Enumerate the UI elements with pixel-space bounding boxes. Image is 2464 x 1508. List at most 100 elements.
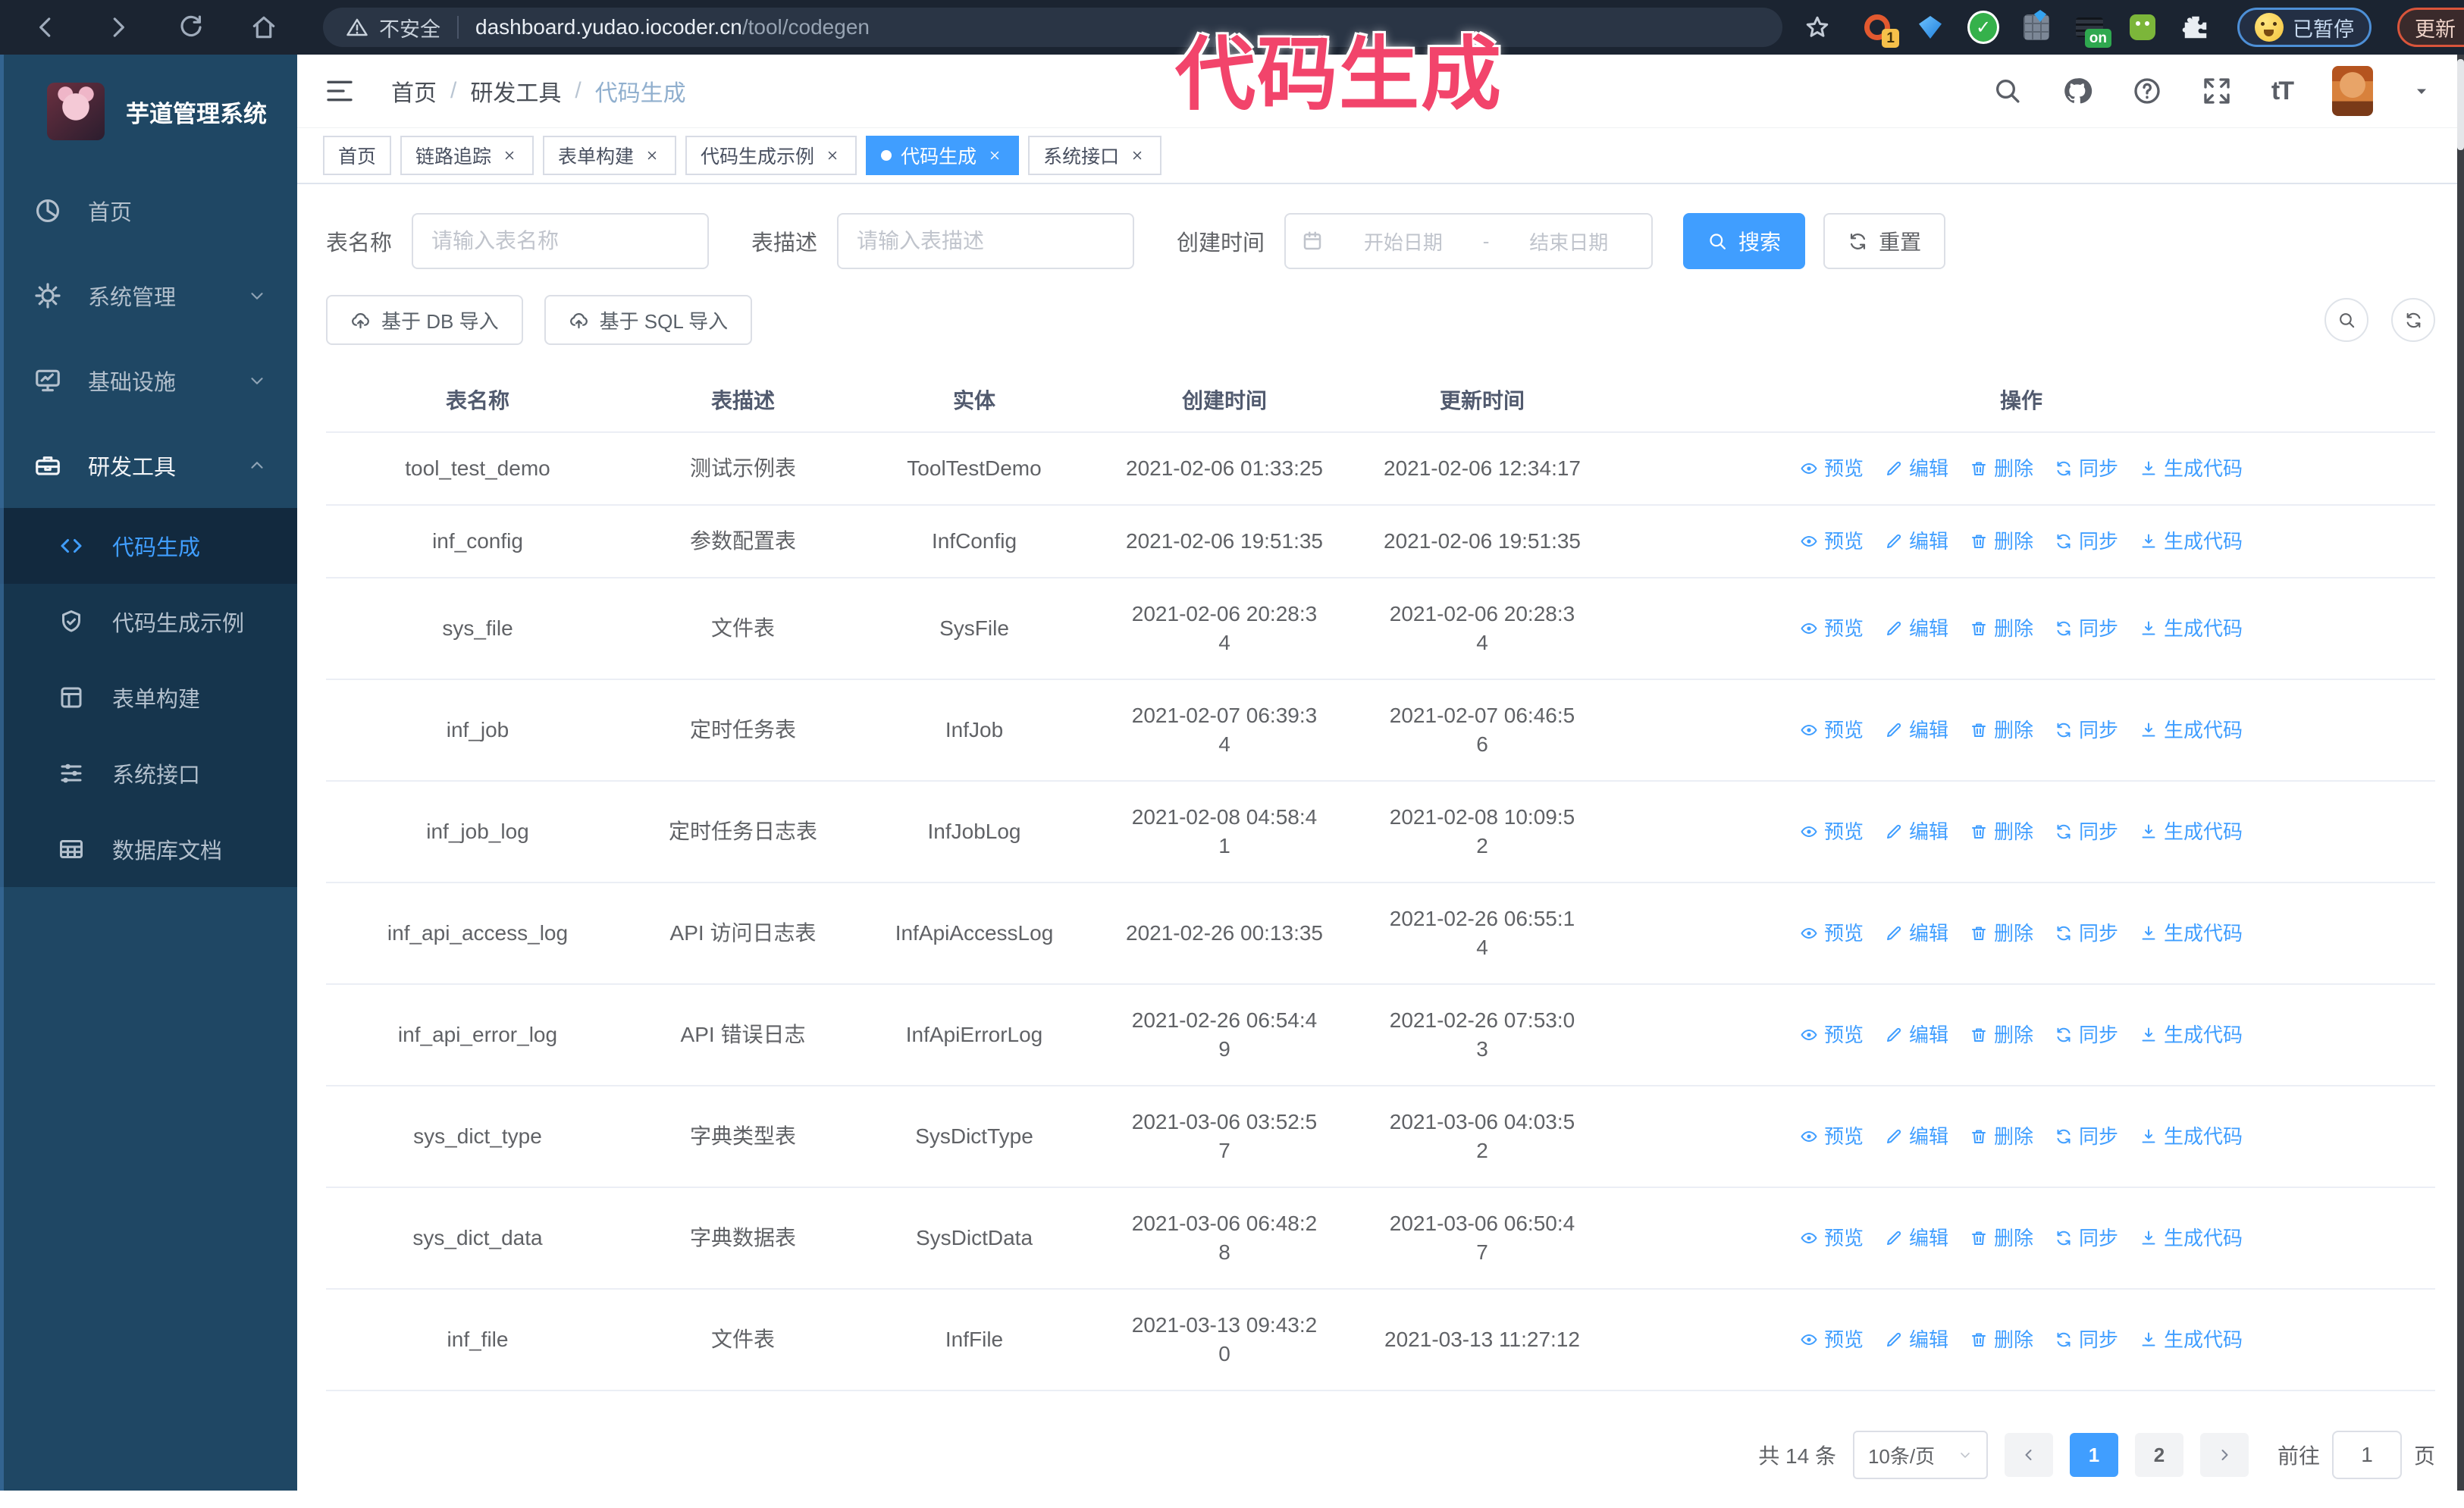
action-edit-link[interactable]: 编辑 (1885, 527, 1948, 556)
table-desc-input[interactable] (837, 213, 1135, 269)
fullscreen-icon[interactable] (2202, 76, 2232, 106)
tab-首页[interactable]: 首页 (323, 136, 392, 175)
action-trash-link[interactable]: 删除 (1970, 1325, 2033, 1354)
browser-update-button[interactable]: 更新 (2397, 8, 2464, 47)
action-trash-link[interactable]: 删除 (1970, 527, 2033, 556)
prev-page-button[interactable] (2004, 1433, 2053, 1477)
extension-gem-icon[interactable] (1914, 11, 1946, 43)
action-refresh-link[interactable]: 同步 (2055, 454, 2118, 483)
action-eye-link[interactable]: 预览 (1800, 527, 1864, 556)
action-edit-link[interactable]: 编辑 (1885, 1224, 1948, 1252)
extension-orange-icon[interactable]: 1 (1861, 11, 1899, 48)
extension-robot-icon[interactable] (2127, 11, 2158, 43)
reset-button[interactable]: 重置 (1823, 213, 1946, 269)
action-trash-link[interactable]: 删除 (1970, 919, 2033, 948)
action-eye-link[interactable]: 预览 (1800, 817, 1864, 846)
tab-close-icon[interactable] (823, 146, 842, 165)
date-range-picker[interactable]: 开始日期 - 结束日期 (1284, 213, 1654, 269)
tab-表单构建[interactable]: 表单构建 (543, 136, 677, 175)
action-refresh-link[interactable]: 同步 (2055, 614, 2118, 643)
extension-dark-icon[interactable]: on (2074, 11, 2111, 48)
scrollbar-thumb[interactable] (2457, 59, 2464, 150)
sidebar-item-infra[interactable]: 基础设施 (0, 338, 297, 423)
address-bar[interactable]: 不安全 dashboard.yudao.iocoder.cn/tool/code… (323, 8, 1782, 47)
action-download-link[interactable]: 生成代码 (2140, 1224, 2243, 1252)
action-edit-link[interactable]: 编辑 (1885, 919, 1948, 948)
browser-reload-icon[interactable] (174, 11, 208, 44)
action-trash-link[interactable]: 删除 (1970, 454, 2033, 483)
extension-green-check-icon[interactable]: ✓ (1967, 11, 1999, 44)
sidebar-subitem-form-build[interactable]: 表单构建 (0, 660, 297, 735)
sidebar-subitem-system-api[interactable]: 系统接口 (0, 735, 297, 811)
tab-链路追踪[interactable]: 链路追踪 (400, 136, 534, 175)
toggle-search-icon[interactable] (2324, 298, 2368, 342)
action-eye-link[interactable]: 预览 (1800, 1325, 1864, 1354)
search-button[interactable]: 搜索 (1683, 213, 1806, 269)
app-logo-row[interactable]: 芋道管理系统 (0, 55, 297, 168)
action-refresh-link[interactable]: 同步 (2055, 716, 2118, 745)
profile-paused-badge[interactable]: 已暂停 (2237, 8, 2372, 47)
action-eye-link[interactable]: 预览 (1800, 454, 1864, 483)
action-trash-link[interactable]: 删除 (1970, 1020, 2033, 1049)
action-download-link[interactable]: 生成代码 (2140, 614, 2243, 643)
action-trash-link[interactable]: 删除 (1970, 716, 2033, 745)
tab-系统接口[interactable]: 系统接口 (1028, 136, 1162, 175)
browser-home-icon[interactable] (247, 11, 281, 44)
action-edit-link[interactable]: 编辑 (1885, 716, 1948, 745)
page-button-1[interactable]: 1 (2069, 1433, 2118, 1477)
page-button-2[interactable]: 2 (2134, 1433, 2183, 1477)
action-edit-link[interactable]: 编辑 (1885, 1325, 1948, 1354)
tab-代码生成[interactable]: 代码生成 (866, 136, 1020, 175)
action-trash-link[interactable]: 删除 (1970, 614, 2033, 643)
tab-close-icon[interactable] (643, 146, 661, 165)
bookmark-star-icon[interactable] (1804, 14, 1831, 41)
action-trash-link[interactable]: 删除 (1970, 1224, 2033, 1252)
action-refresh-link[interactable]: 同步 (2055, 919, 2118, 948)
action-download-link[interactable]: 生成代码 (2140, 454, 2243, 483)
extension-grid-icon[interactable] (2020, 11, 2052, 43)
goto-page-input[interactable] (2331, 1431, 2402, 1479)
github-icon[interactable] (2062, 76, 2093, 106)
extensions-puzzle-icon[interactable] (2180, 11, 2212, 43)
action-eye-link[interactable]: 预览 (1800, 716, 1864, 745)
action-edit-link[interactable]: 编辑 (1885, 454, 1948, 483)
browser-forward-icon[interactable] (102, 11, 135, 44)
sidebar-subitem-db-doc[interactable]: 数据库文档 (0, 811, 297, 887)
action-refresh-link[interactable]: 同步 (2055, 817, 2118, 846)
action-eye-link[interactable]: 预览 (1800, 614, 1864, 643)
action-download-link[interactable]: 生成代码 (2140, 1122, 2243, 1151)
sidebar-subitem-codegen[interactable]: 代码生成 (0, 508, 297, 584)
action-edit-link[interactable]: 编辑 (1885, 1020, 1948, 1049)
page-size-select[interactable]: 10条/页 (1852, 1431, 1988, 1479)
import-sql-button[interactable]: 基于 SQL 导入 (544, 295, 753, 345)
tab-close-icon[interactable] (1128, 146, 1146, 165)
sidebar-item-system[interactable]: 系统管理 (0, 253, 297, 338)
action-download-link[interactable]: 生成代码 (2140, 1020, 2243, 1049)
tab-close-icon[interactable] (986, 146, 1004, 165)
window-scrollbar[interactable] (2457, 55, 2464, 1491)
next-page-button[interactable] (2199, 1433, 2249, 1477)
user-avatar[interactable] (2332, 66, 2373, 116)
action-edit-link[interactable]: 编辑 (1885, 614, 1948, 643)
action-trash-link[interactable]: 删除 (1970, 1122, 2033, 1151)
action-eye-link[interactable]: 预览 (1800, 1122, 1864, 1151)
import-db-button[interactable]: 基于 DB 导入 (326, 295, 523, 345)
help-icon[interactable] (2132, 76, 2162, 106)
browser-back-icon[interactable] (29, 11, 62, 44)
action-eye-link[interactable]: 预览 (1800, 1224, 1864, 1252)
action-download-link[interactable]: 生成代码 (2140, 1325, 2243, 1354)
action-refresh-link[interactable]: 同步 (2055, 1325, 2118, 1354)
font-size-icon[interactable]: tT (2271, 77, 2294, 106)
action-refresh-link[interactable]: 同步 (2055, 1020, 2118, 1049)
action-download-link[interactable]: 生成代码 (2140, 716, 2243, 745)
breadcrumb-home[interactable]: 首页 (391, 74, 437, 108)
action-download-link[interactable]: 生成代码 (2140, 527, 2243, 556)
avatar-caret-down-icon[interactable] (2412, 82, 2431, 100)
action-edit-link[interactable]: 编辑 (1885, 1122, 1948, 1151)
action-download-link[interactable]: 生成代码 (2140, 919, 2243, 948)
sidebar-item-home[interactable]: 首页 (0, 168, 297, 253)
refresh-table-icon[interactable] (2391, 298, 2435, 342)
action-download-link[interactable]: 生成代码 (2140, 817, 2243, 846)
tab-close-icon[interactable] (500, 146, 519, 165)
action-refresh-link[interactable]: 同步 (2055, 1122, 2118, 1151)
